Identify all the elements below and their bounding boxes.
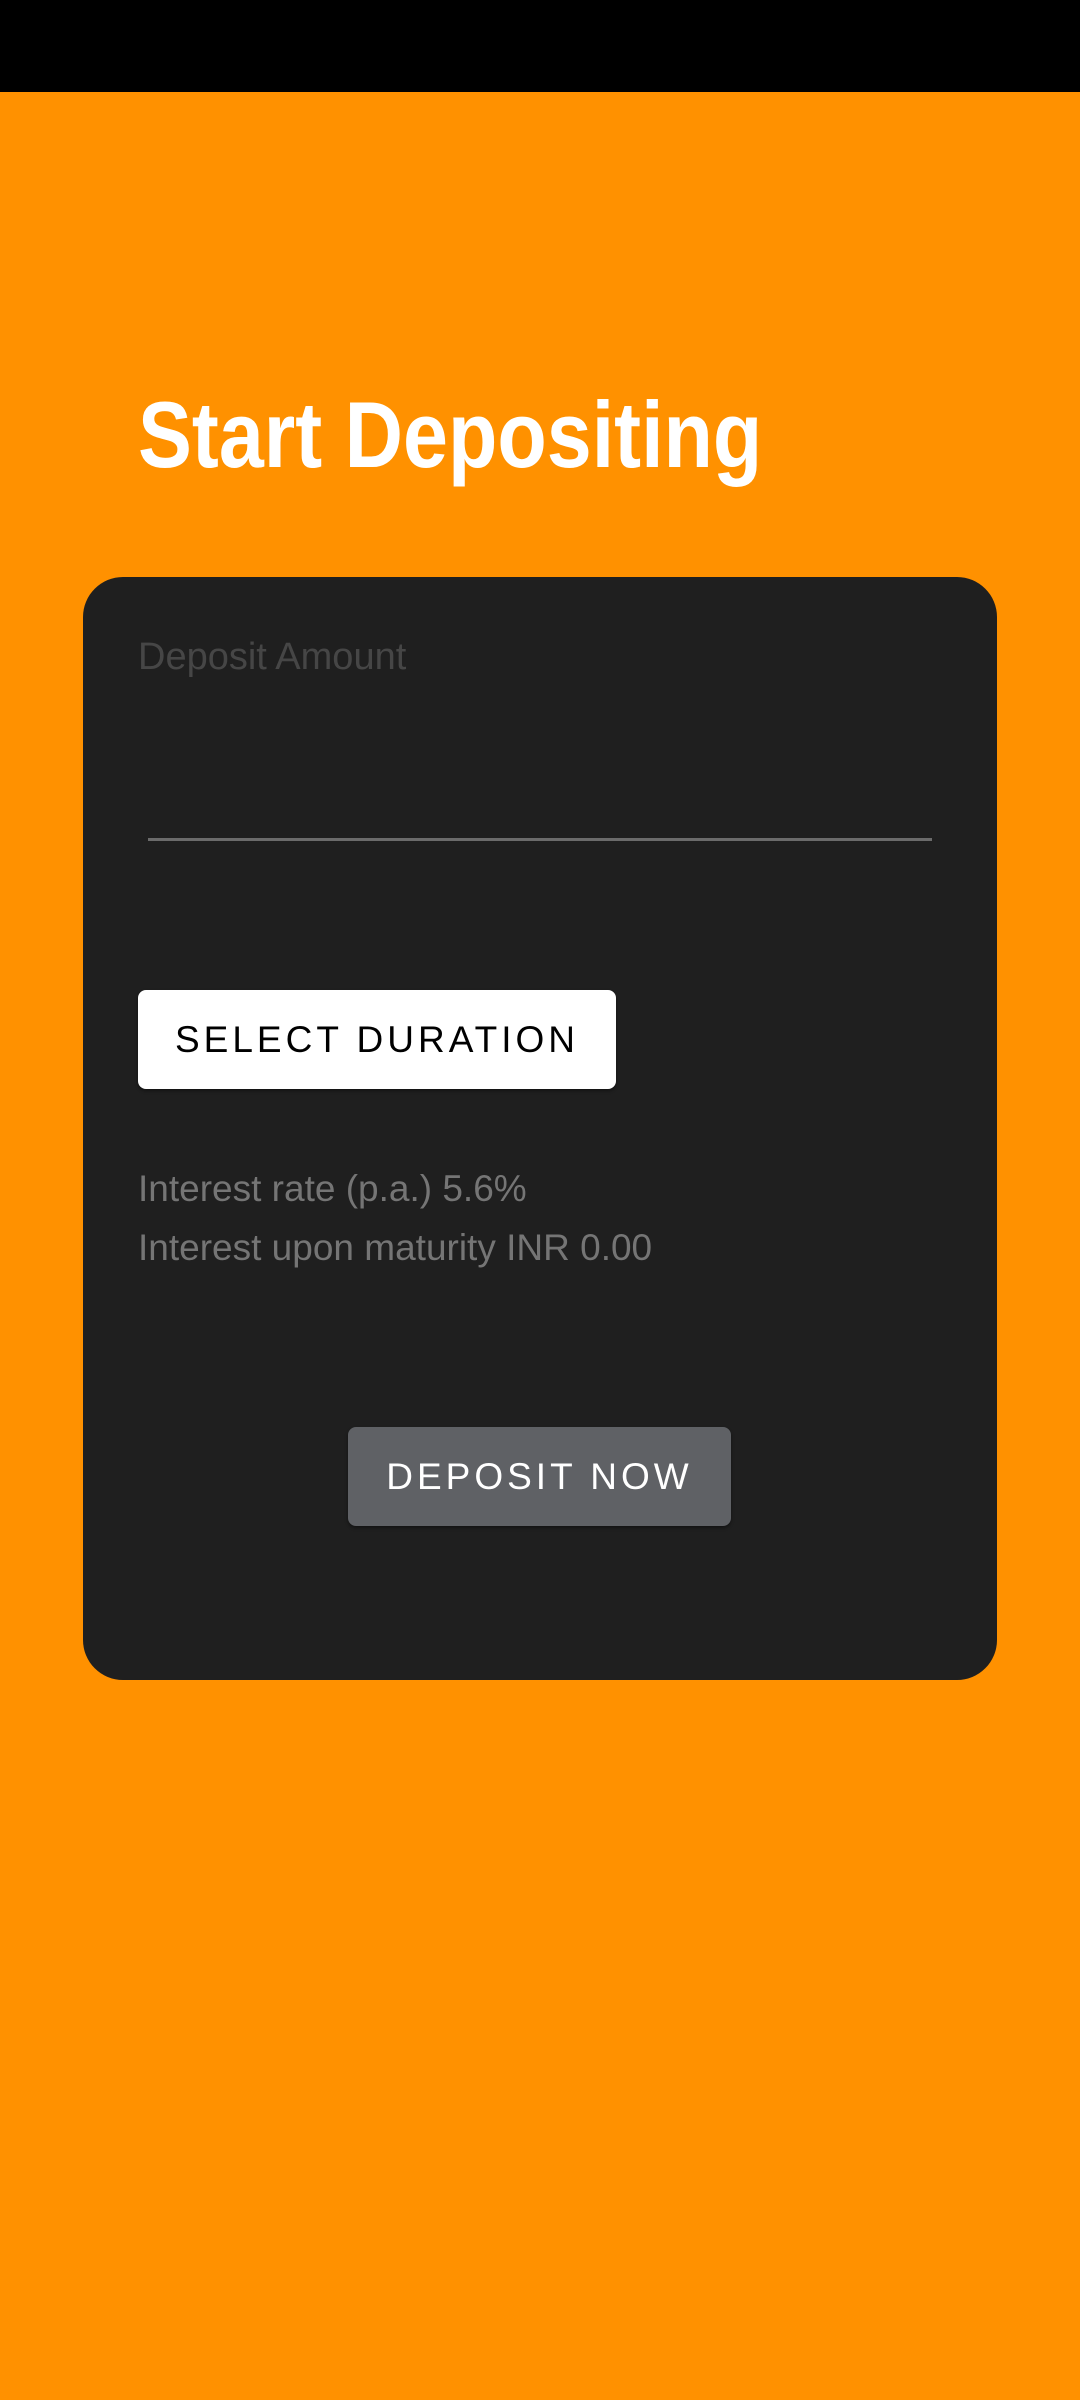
interest-rate-text: Interest rate (p.a.) 5.6% [138,1168,527,1209]
deposit-amount-input[interactable] [138,620,932,840]
select-duration-button[interactable]: SELECT DURATION [138,990,616,1089]
status-bar [0,0,1080,92]
interest-maturity-text: Interest upon maturity INR 0.00 [138,1227,653,1268]
deposit-amount-field[interactable]: Deposit Amount [138,620,932,840]
deposit-now-button[interactable]: DEPOSIT NOW [348,1427,731,1526]
page-title: Start Depositing [138,382,763,487]
deposit-amount-underline [148,838,932,841]
